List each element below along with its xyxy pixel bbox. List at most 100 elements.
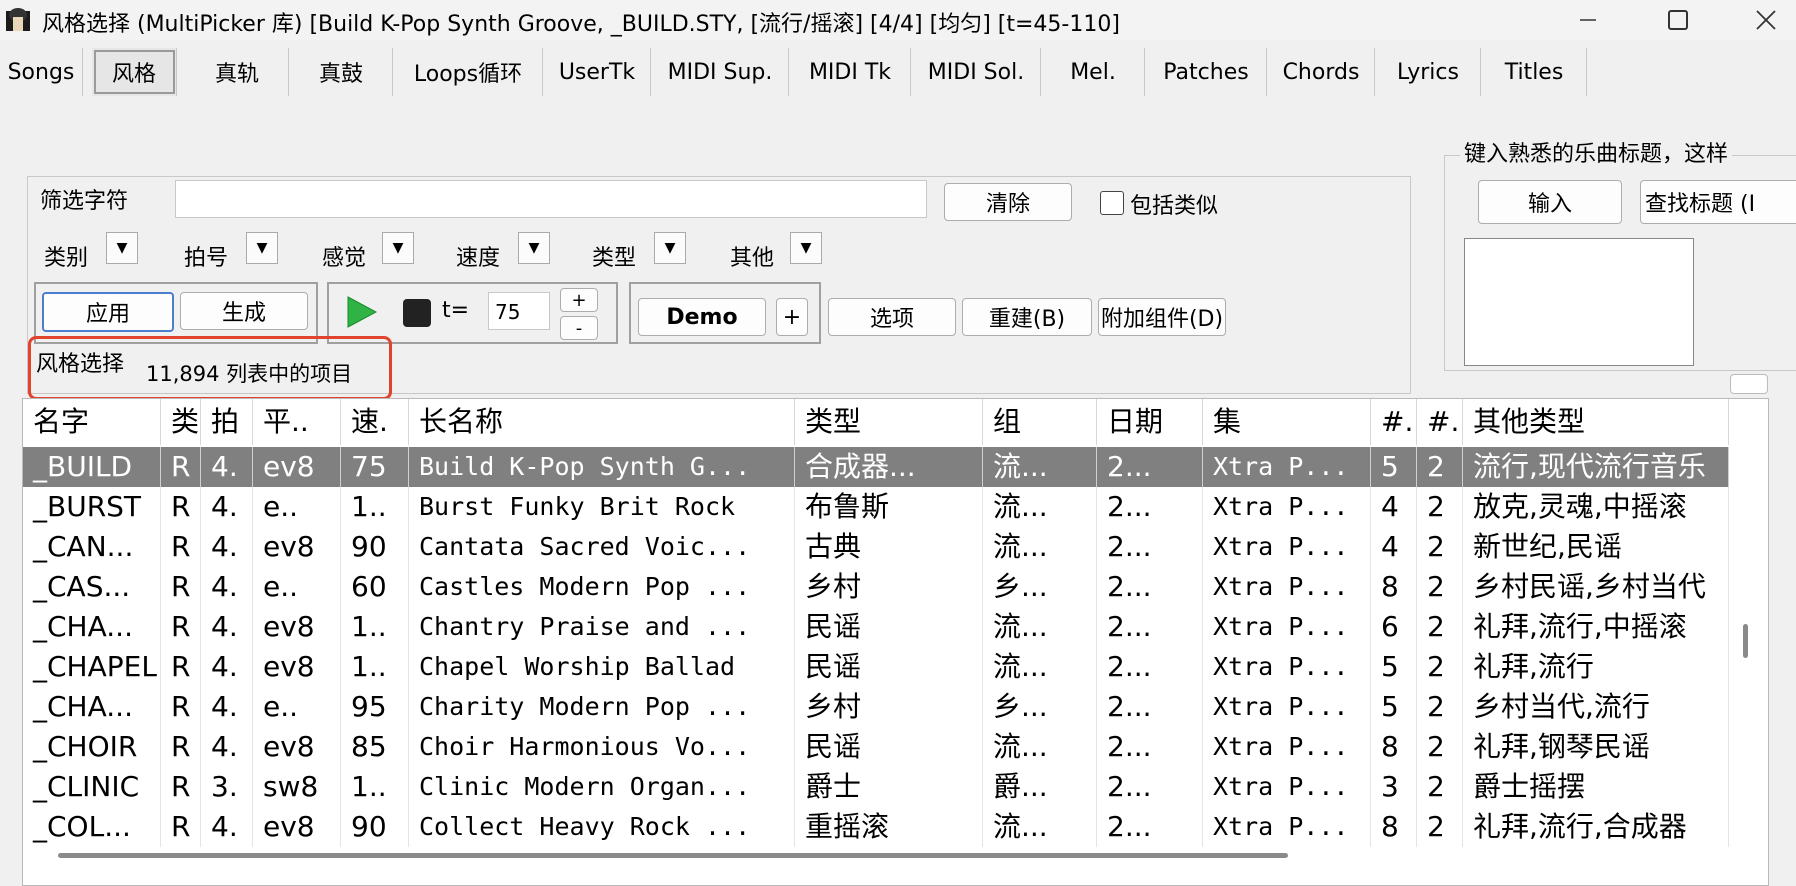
column-header[interactable]: #.	[1417, 399, 1463, 445]
horizontal-scrollbar[interactable]	[58, 853, 1288, 858]
column-header[interactable]: 拍	[201, 399, 253, 445]
table-row[interactable]: _CHOIR R 4. ev8 85 Choir Harmonious Vo... 民谣 流.…	[23, 727, 1729, 767]
table-row[interactable]: _CHA... R 4. ev8 1.. Chantry Praise and ... 民谣…	[23, 607, 1729, 647]
filter-label: 筛选字符	[40, 189, 129, 214]
maximize-button[interactable]	[1648, 0, 1708, 40]
tab-midi-tk[interactable]: MIDI Tk	[790, 48, 911, 96]
table-cell: ev8	[253, 607, 341, 647]
find-title-button[interactable]: 查找标题 (I	[1640, 180, 1796, 224]
include-similar-label: 包括类似	[1130, 194, 1219, 219]
table-row[interactable]: _CAS... R 4. e.. 60 Castles Modern Pop ... 乡村乡…	[23, 567, 1729, 607]
column-header[interactable]: 长名称	[409, 399, 795, 445]
table-cell: R	[161, 687, 201, 727]
table-cell: 4.	[201, 687, 253, 727]
table-cell: 流...	[983, 727, 1097, 767]
rebuild-button[interactable]: 重建(B)	[962, 298, 1092, 336]
table-cell: R	[161, 647, 201, 687]
maximize-icon	[1668, 10, 1688, 30]
column-header[interactable]: 速.	[341, 399, 409, 445]
tab-styles[interactable]: 风格	[92, 48, 177, 96]
table-row[interactable]: _BUILD R 4. ev8 75 Build K-Pop Synth G... 合成器.…	[23, 447, 1729, 487]
tempo-dropdown[interactable]: ▼	[518, 232, 550, 264]
chevron-down-icon: ▼	[392, 240, 404, 256]
feel-dropdown[interactable]: ▼	[382, 232, 414, 264]
tab-midi-sup[interactable]: MIDI Sup.	[652, 48, 789, 96]
tab-loops[interactable]: Loops循环	[394, 48, 543, 96]
feel-label: 感觉	[322, 246, 367, 271]
table-cell: 乡村	[795, 567, 983, 607]
tab-midi-sol[interactable]: MIDI Sol.	[912, 48, 1041, 96]
tab-patches[interactable]: Patches	[1146, 48, 1267, 96]
table-cell: 流...	[983, 647, 1097, 687]
title-list[interactable]	[1464, 238, 1694, 366]
table-cell: 2...	[1097, 767, 1203, 807]
play-button[interactable]	[344, 295, 378, 329]
table-cell: 布鲁斯	[795, 487, 983, 527]
demo-button[interactable]: Demo	[638, 298, 766, 336]
table-row[interactable]: _CAN... R 4. ev8 90 Cantata Sacred Voic... 古典流…	[23, 527, 1729, 567]
addons-button[interactable]: 附加组件(D)	[1098, 298, 1226, 336]
panel-resize-handle[interactable]	[1730, 374, 1768, 394]
include-similar-checkbox[interactable]	[1100, 191, 1124, 215]
column-header[interactable]: 名字	[23, 399, 161, 445]
apply-button[interactable]: 应用	[42, 292, 174, 332]
table-cell: 90	[341, 807, 409, 847]
table-row[interactable]: _BURST R 4. e.. 1.. Burst Funky Brit Rock 布鲁斯流…	[23, 487, 1729, 527]
tab-chords[interactable]: Chords	[1268, 48, 1375, 96]
column-header[interactable]: 集	[1203, 399, 1371, 445]
table-row[interactable]: _CHAPEL R 4. ev8 1.. Chapel Worship Ballad 民谣流…	[23, 647, 1729, 687]
table-cell: 乡...	[983, 687, 1097, 727]
table-cell: 2...	[1097, 527, 1203, 567]
column-header[interactable]: 类	[161, 399, 201, 445]
table-cell: 60	[341, 567, 409, 607]
options-button[interactable]: 选项	[828, 298, 956, 336]
vertical-scrollbar[interactable]	[1743, 624, 1748, 658]
genre-dropdown[interactable]: ▼	[654, 232, 686, 264]
tab-titles[interactable]: Titles	[1482, 48, 1587, 96]
column-header[interactable]: 日期	[1097, 399, 1203, 445]
table-cell: 2...	[1097, 727, 1203, 767]
column-header[interactable]: 其他类型	[1463, 399, 1729, 445]
table-row[interactable]: _CLINIC R 3. sw8 1.. Clinic Modern Organ... 爵士…	[23, 767, 1729, 807]
stop-button[interactable]	[402, 298, 432, 328]
table-cell: 90	[341, 527, 409, 567]
filter-input[interactable]	[175, 180, 927, 218]
tab-usertk[interactable]: UserTk	[544, 48, 651, 96]
table-cell: 2	[1417, 807, 1463, 847]
table-cell: 2...	[1097, 607, 1203, 647]
other-dropdown[interactable]: ▼	[790, 232, 822, 264]
tempo-minus-button[interactable]: -	[560, 316, 598, 340]
table-cell: 1..	[341, 647, 409, 687]
demo-plus-button[interactable]: +	[776, 298, 808, 336]
input-title-button[interactable]: 输入	[1478, 180, 1622, 224]
minimize-icon	[1580, 19, 1596, 21]
table-cell: 礼拜,流行	[1463, 647, 1729, 687]
column-header[interactable]: 类型	[795, 399, 983, 445]
item-count: 11,894 列表中的项目	[146, 362, 353, 386]
tab-realtracks[interactable]: 真轨	[186, 48, 289, 96]
minimize-button[interactable]	[1558, 0, 1618, 40]
table-cell: 2	[1417, 487, 1463, 527]
clear-button[interactable]: 清除	[944, 183, 1072, 221]
column-header[interactable]: 平..	[253, 399, 341, 445]
table-cell: _CLINIC	[23, 767, 161, 807]
column-header[interactable]: 组	[983, 399, 1097, 445]
time-signature-dropdown[interactable]: ▼	[246, 232, 278, 264]
tab-realdrums[interactable]: 真鼓	[290, 48, 393, 96]
table-cell: 合成器...	[795, 447, 983, 487]
column-header[interactable]: #.	[1371, 399, 1417, 445]
generate-button[interactable]: 生成	[180, 292, 308, 330]
table-cell: Build K-Pop Synth G...	[409, 447, 795, 487]
tab-lyrics[interactable]: Lyrics	[1376, 48, 1481, 96]
tempo-plus-button[interactable]: +	[560, 288, 598, 312]
play-icon	[347, 296, 378, 328]
table-cell: 3.	[201, 767, 253, 807]
tab-mel[interactable]: Mel.	[1042, 48, 1145, 96]
table-cell: Choir Harmonious Vo...	[409, 727, 795, 767]
table-row[interactable]: _COL... R 4. ev8 90 Collect Heavy Rock ... 重摇滚…	[23, 807, 1729, 847]
tempo-input[interactable]: 75	[488, 292, 550, 330]
close-button[interactable]	[1736, 0, 1796, 40]
tab-songs[interactable]: Songs	[0, 48, 83, 96]
category-dropdown[interactable]: ▼	[106, 232, 138, 264]
table-row[interactable]: _CHA... R 4. e.. 95 Charity Modern Pop ... 乡村乡…	[23, 687, 1729, 727]
